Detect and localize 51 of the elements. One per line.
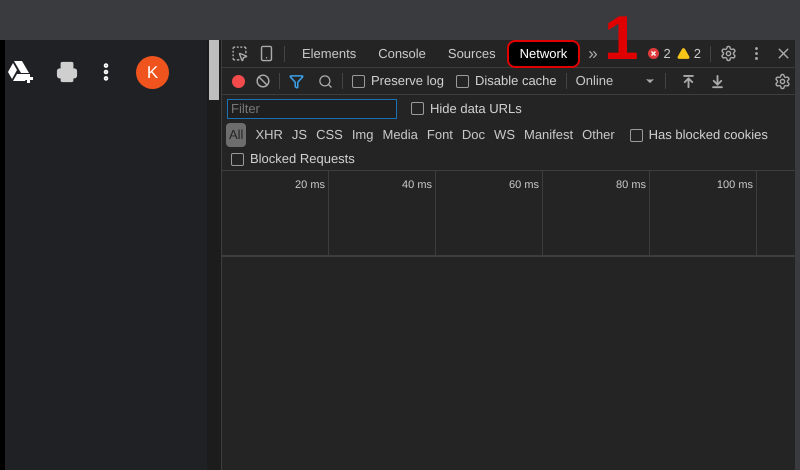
inspect-icon[interactable] — [231, 45, 248, 62]
checkbox[interactable] — [411, 102, 424, 115]
type-filter[interactable]: WS — [494, 125, 515, 145]
search-icon[interactable] — [318, 74, 333, 88]
step-number: 1 — [604, 8, 638, 70]
timeline-tick: 40 ms — [402, 178, 432, 193]
timeline-tick: 80 ms — [616, 178, 646, 193]
device-toolbar-icon[interactable] — [258, 45, 275, 62]
checkbox-label: Blocked Requests — [250, 150, 355, 168]
drive-add-icon[interactable] — [8, 61, 34, 83]
throttling-select[interactable]: Online — [576, 71, 656, 91]
tab[interactable]: Network — [506, 40, 580, 68]
checkbox-label: Hide data URLs — [430, 100, 522, 118]
warning-icon[interactable] — [676, 47, 690, 60]
error-count[interactable]: 2 — [664, 44, 671, 64]
filter-field[interactable]: Filter — [227, 98, 397, 118]
scrollbar-thumb[interactable] — [209, 40, 219, 100]
checkbox[interactable] — [456, 74, 469, 88]
filter-icon[interactable] — [289, 74, 304, 88]
export-icon[interactable] — [710, 74, 725, 88]
clear-icon[interactable] — [256, 74, 270, 88]
warning-count[interactable]: 2 — [694, 44, 701, 64]
settings-icon[interactable] — [720, 45, 737, 62]
error-icon[interactable] — [648, 48, 659, 59]
type-filter[interactable]: Media — [382, 125, 418, 145]
timeline-tick: 60 ms — [509, 178, 539, 193]
type-filter[interactable]: XHR — [255, 125, 283, 145]
avatar[interactable]: K — [136, 56, 169, 89]
type-filter[interactable]: Other — [582, 125, 615, 145]
timeline-tick: 20 ms — [295, 178, 325, 193]
type-filter[interactable]: Font — [426, 125, 453, 145]
type-filter[interactable]: JS — [292, 125, 308, 145]
settings-icon[interactable] — [774, 72, 791, 90]
timeline-tick: 100 ms — [716, 178, 753, 193]
print-icon[interactable] — [56, 61, 78, 83]
type-filter[interactable]: Doc — [462, 125, 486, 145]
checkbox[interactable] — [231, 152, 244, 166]
type-filter[interactable]: Img — [352, 125, 374, 145]
checkbox-label: Disable cache — [474, 72, 557, 90]
type-filter[interactable]: CSS — [316, 125, 343, 145]
checkbox[interactable] — [352, 74, 365, 88]
checkbox-label: Has blocked cookies — [648, 126, 768, 144]
import-icon[interactable] — [680, 74, 696, 88]
tab[interactable]: Sources — [436, 40, 507, 68]
type-filter[interactable]: Manifest — [524, 125, 574, 145]
checkbox[interactable] — [630, 128, 643, 142]
tab[interactable]: Elements — [291, 40, 368, 68]
tab[interactable]: Console — [367, 40, 437, 68]
record-button[interactable] — [232, 74, 245, 88]
more-tabs-button[interactable]: » — [588, 40, 598, 66]
checkbox-label: Preserve log — [371, 72, 444, 90]
